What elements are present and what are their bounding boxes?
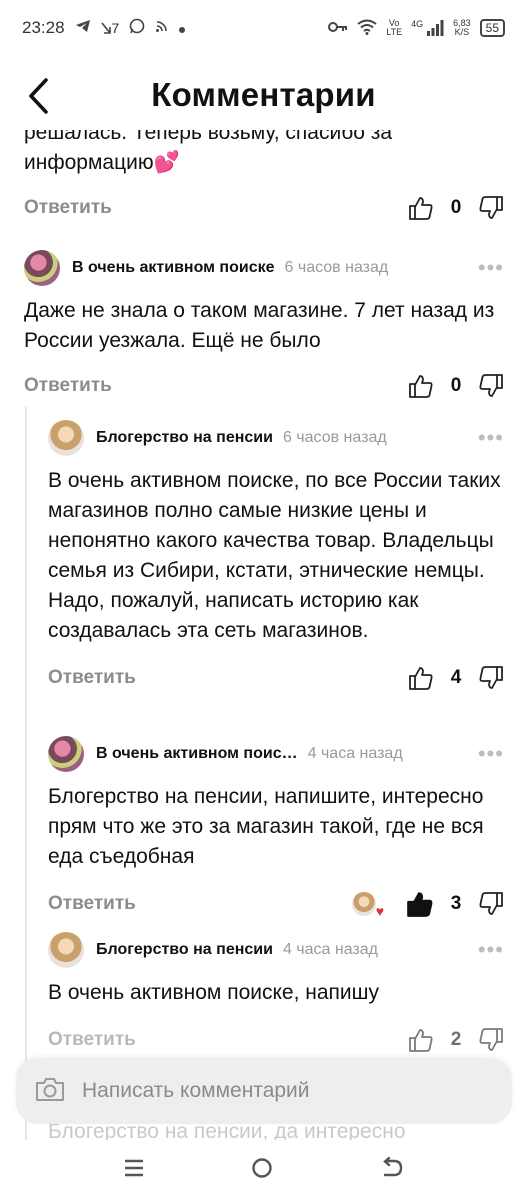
- hearts-emoji: 💕: [153, 151, 180, 174]
- comment-time: 4 часа назад: [307, 745, 403, 762]
- comment-time: 6 часов назад: [282, 429, 387, 446]
- author-name[interactable]: В очень активном поиске: [72, 259, 275, 277]
- author-liked-avatar: ♥: [352, 892, 384, 918]
- home-icon[interactable]: [250, 1156, 274, 1185]
- comment-reply: В очень активном поис… 4 часа назад ••• …: [48, 734, 504, 924]
- thumb-down-icon[interactable]: [478, 665, 504, 691]
- like-count: 0: [450, 197, 462, 218]
- comment-reply: Блогерство на пенсии 4 часа назад ••• В …: [48, 930, 504, 1060]
- like-count: 2: [450, 1029, 462, 1050]
- comment-actions: Ответить 2: [48, 1020, 504, 1060]
- camera-icon[interactable]: [34, 1075, 66, 1108]
- podcast-icon: [155, 18, 169, 38]
- comment-actions: Ответить ♥ 3: [48, 884, 504, 924]
- more-options-icon[interactable]: •••: [478, 939, 504, 961]
- more-options-icon[interactable]: •••: [478, 257, 504, 279]
- comment-text: Даже не знала о таком магазине. 7 лет на…: [24, 299, 495, 352]
- comment-composer[interactable]: Написать комментарий: [16, 1058, 512, 1124]
- missed-call-icon: 7: [100, 20, 120, 36]
- comment-time: 6 часов назад: [284, 259, 389, 276]
- wifi-icon: [357, 19, 377, 38]
- comment-time: 4 часа назад: [282, 941, 378, 958]
- thumb-up-icon[interactable]: [408, 665, 434, 691]
- app-header: Комментарии: [0, 60, 527, 130]
- dot-icon: [179, 18, 186, 38]
- back-nav-icon[interactable]: [380, 1156, 404, 1184]
- comment: В очень активном поиске 6 часов назад ••…: [24, 248, 504, 406]
- reply-button[interactable]: Ответить: [24, 375, 112, 397]
- system-nav-bar: [0, 1140, 527, 1200]
- comments-feed[interactable]: решалась. Теперь возьму, спасибо за инфо…: [0, 130, 527, 1200]
- network-type: 4G: [411, 19, 424, 29]
- comment-header: В очень активном поис… 4 часа назад •••: [48, 734, 504, 774]
- whatsapp-icon: [129, 18, 145, 39]
- thumb-down-icon[interactable]: [478, 1027, 504, 1053]
- thumb-up-filled-icon[interactable]: [406, 890, 434, 918]
- avatar[interactable]: [48, 932, 84, 968]
- speed-unit: K/S: [454, 27, 470, 37]
- menu-icon[interactable]: [123, 1158, 145, 1183]
- comment-partial: решалась. Теперь возьму, спасибо за инфо…: [24, 130, 504, 228]
- back-button[interactable]: [18, 74, 58, 118]
- comment-text-line: информацию: [24, 151, 154, 174]
- comment-header: В очень активном поиске 6 часов назад ••…: [24, 248, 504, 288]
- thumb-down-icon[interactable]: [478, 195, 504, 221]
- comment-text: В очень активном поиске, по все России т…: [48, 469, 501, 642]
- volte-indicator: Vo LTE: [386, 19, 402, 37]
- missed-call-count: 7: [111, 20, 120, 36]
- thumb-up-icon[interactable]: [408, 195, 434, 221]
- page-title: Комментарии: [151, 76, 376, 113]
- thumb-up-icon[interactable]: [408, 373, 434, 399]
- status-bar: 23:28 7 Vo LTE 4G 6,83 K/S 55: [0, 0, 527, 56]
- comment-actions: Ответить 0: [24, 366, 504, 406]
- comment-actions: Ответить 4: [48, 658, 504, 698]
- thumb-up-icon[interactable]: [408, 1027, 434, 1053]
- comment-text: В очень активном поиске, напишу: [48, 981, 379, 1004]
- like-count: 4: [450, 667, 462, 688]
- thumb-down-icon[interactable]: [478, 373, 504, 399]
- status-time: 23:28: [22, 18, 65, 37]
- comment-header: Блогерство на пенсии 6 часов назад •••: [48, 418, 504, 458]
- reply-button[interactable]: Ответить: [48, 667, 136, 689]
- comment-header: Блогерство на пенсии 4 часа назад •••: [48, 930, 504, 970]
- thumb-down-icon[interactable]: [478, 891, 504, 917]
- network-speed: 6,83 K/S: [453, 19, 471, 37]
- comment-text: Блогерство на пенсии, напишите, интересн…: [48, 785, 484, 868]
- reply-button[interactable]: Ответить: [48, 1029, 136, 1051]
- reply-button[interactable]: Ответить: [48, 893, 136, 915]
- author-name[interactable]: Блогерство на пенсии: [96, 941, 273, 959]
- more-options-icon[interactable]: •••: [478, 743, 504, 765]
- comment-text-line: решалась. Теперь возьму, спасибо за: [24, 130, 393, 144]
- reply-button[interactable]: Ответить: [24, 197, 112, 219]
- key-icon: [328, 21, 348, 36]
- volte-bottom: LTE: [386, 27, 403, 37]
- comment-input[interactable]: Написать комментарий: [82, 1079, 310, 1103]
- avatar[interactable]: [24, 250, 60, 286]
- like-count: 0: [450, 375, 462, 396]
- telegram-icon: [75, 18, 91, 38]
- comment-actions: Ответить 0: [24, 188, 504, 228]
- chevron-left-icon: [29, 78, 48, 114]
- signal-icon: 4G: [411, 20, 444, 36]
- more-options-icon[interactable]: •••: [478, 427, 504, 449]
- like-count: 3: [450, 893, 462, 914]
- comment-reply: Блогерство на пенсии 6 часов назад ••• В…: [48, 418, 504, 698]
- author-name[interactable]: Блогерство на пенсии: [96, 429, 273, 447]
- author-name[interactable]: В очень активном поис…: [96, 745, 298, 763]
- comment-text: решалась. Теперь возьму, спасибо за инфо…: [24, 130, 504, 178]
- avatar[interactable]: [48, 736, 84, 772]
- battery-indicator: 55: [479, 19, 505, 37]
- heart-icon: ♥: [375, 903, 384, 919]
- avatar[interactable]: [48, 420, 84, 456]
